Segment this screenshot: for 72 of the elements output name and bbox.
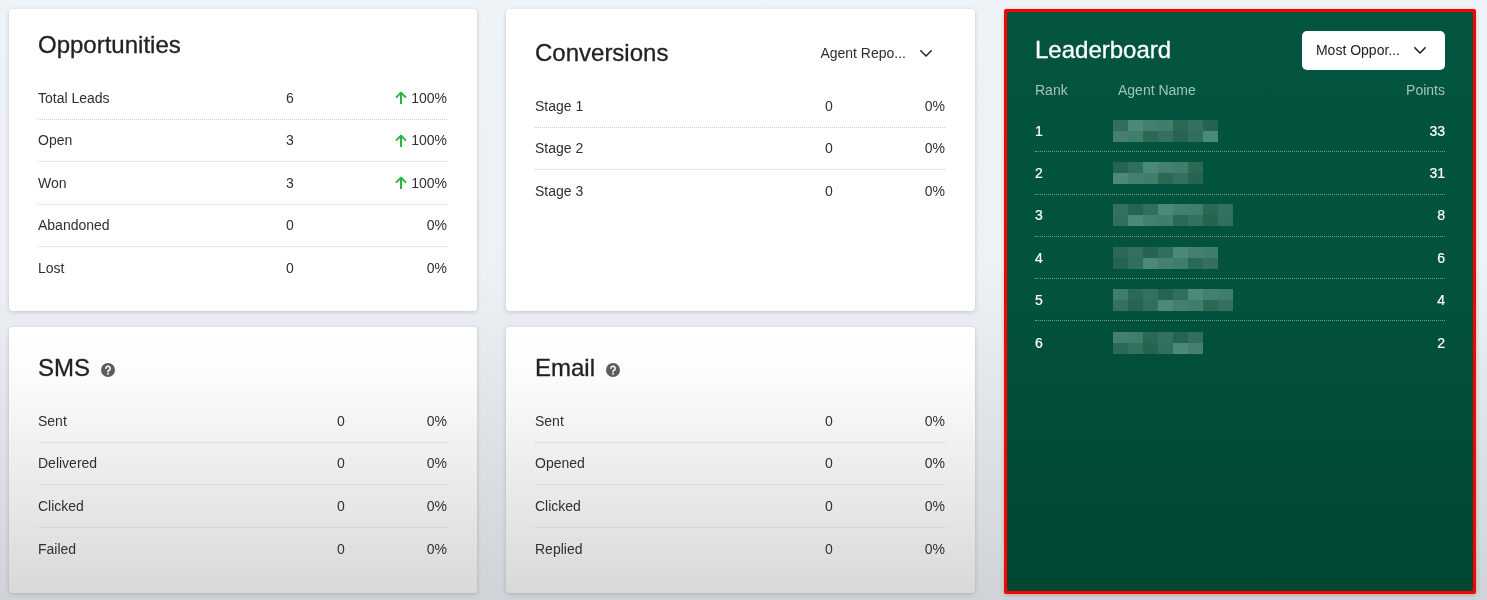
row-count: 0 <box>286 217 294 234</box>
row-percent: 0% <box>426 455 447 472</box>
row-count: 0 <box>825 455 833 472</box>
row-count: 0 <box>337 497 345 514</box>
row-percent: 0% <box>426 412 447 429</box>
row-label: Delivered <box>38 455 98 472</box>
row-count: 0 <box>825 97 833 114</box>
points-cell: 33 <box>1429 122 1445 139</box>
dropdown[interactable]: Agent Repo... <box>820 39 945 67</box>
points-cell: 8 <box>1437 207 1445 224</box>
points-cell: 6 <box>1437 249 1445 266</box>
row-label: Sent <box>38 412 67 429</box>
points-cell: 2 <box>1437 334 1445 351</box>
column-header: Rank <box>1035 82 1069 98</box>
row-label: Stage 2 <box>535 140 584 157</box>
row-percent: 0% <box>924 140 945 157</box>
column-header: Agent Name <box>1118 82 1197 98</box>
row-percent: 0% <box>426 540 447 557</box>
row-count: 0 <box>825 412 833 429</box>
row-percent: 0% <box>924 497 945 514</box>
row-percent: 100% <box>411 132 447 149</box>
row-count: 3 <box>286 174 294 191</box>
row-label: Clicked <box>535 497 581 514</box>
row-label: Clicked <box>38 497 84 514</box>
row-count: 0 <box>337 540 345 557</box>
row-label: Open <box>38 132 73 149</box>
points-cell: 31 <box>1429 164 1445 181</box>
rank-cell-text: 5 <box>1035 291 1044 308</box>
row-label: Lost <box>38 260 65 277</box>
chevron-down-icon <box>1414 46 1426 54</box>
row-percent: 0% <box>924 183 945 200</box>
row-count: 0 <box>337 412 345 429</box>
row-label: Replied <box>535 540 583 557</box>
rank-cell-text: 6 <box>1035 334 1044 351</box>
row-count: 0 <box>337 455 345 472</box>
row-percent: 100% <box>411 174 447 191</box>
row-count: 3 <box>286 132 294 149</box>
column-header: Points <box>1406 82 1445 98</box>
card-title: SMS <box>38 354 90 382</box>
row-percent: 0% <box>924 97 945 114</box>
row-percent: 100% <box>411 89 447 106</box>
row-percent: 0% <box>426 217 447 234</box>
row-count: 0 <box>825 140 833 157</box>
row-count: 0 <box>825 183 833 200</box>
card-title: Leaderboard <box>1035 36 1172 64</box>
row-label: Stage 1 <box>535 97 584 114</box>
dropdown[interactable]: Most Oppor... <box>1301 30 1445 70</box>
row-percent: 0% <box>426 260 447 277</box>
rank-cell-text: 1 <box>1035 122 1044 139</box>
rank-cell-text: 2 <box>1035 164 1044 181</box>
row-count: 0 <box>825 540 833 557</box>
row-label: Opened <box>535 455 585 472</box>
row-label: Abandoned <box>38 217 110 234</box>
row-label: Sent <box>535 412 564 429</box>
row-label: Stage 3 <box>535 183 584 200</box>
card-title: Conversions <box>535 39 669 67</box>
row-label: Won <box>38 174 67 191</box>
row-percent: 0% <box>426 497 447 514</box>
row-label: Total Leads <box>38 89 110 106</box>
row-percent: 0% <box>924 455 945 472</box>
chevron-down-icon <box>920 49 932 57</box>
row-percent: 0% <box>924 540 945 557</box>
rank-cell-text: 3 <box>1035 207 1044 224</box>
row-count: 6 <box>286 89 294 106</box>
row-count: 0 <box>825 497 833 514</box>
row-count: 0 <box>286 260 294 277</box>
card-title: Email <box>535 354 595 382</box>
points-cell: 4 <box>1437 291 1445 308</box>
card-title: Opportunities <box>38 31 181 59</box>
row-percent: 0% <box>924 412 945 429</box>
row-label: Failed <box>38 540 77 557</box>
rank-cell-text: 4 <box>1035 249 1044 266</box>
